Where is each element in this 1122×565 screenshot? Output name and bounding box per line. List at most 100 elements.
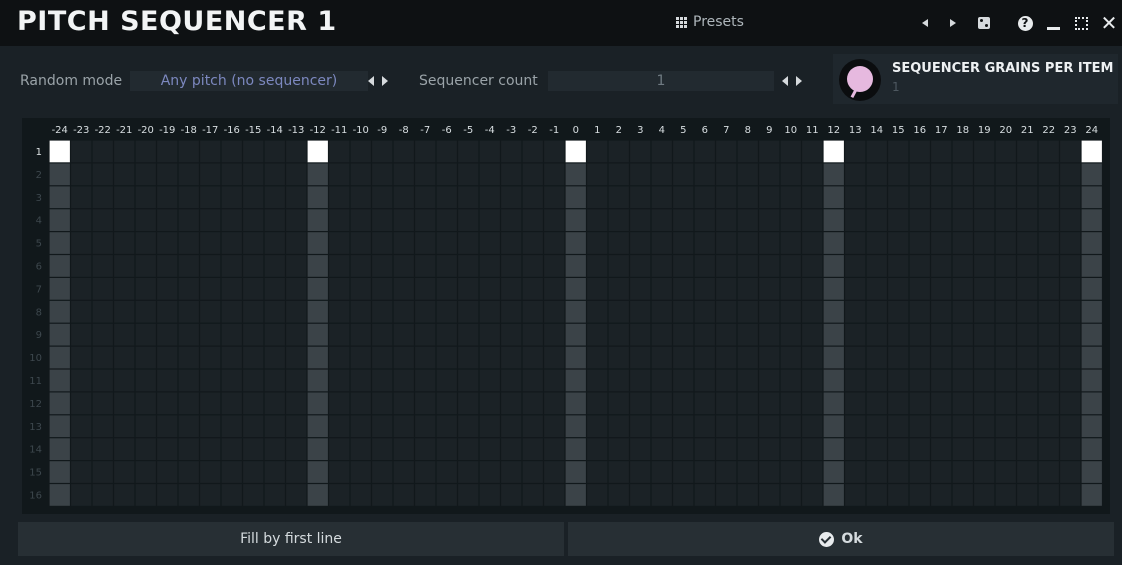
- grid-cell[interactable]: [845, 346, 866, 369]
- grid-cell[interactable]: [587, 209, 608, 231]
- grid-cell[interactable]: [888, 140, 909, 163]
- grid-cell[interactable]: [802, 346, 823, 369]
- grid-cell[interactable]: [329, 461, 350, 483]
- grid-cell[interactable]: [307, 438, 328, 460]
- random-mode-select[interactable]: Any pitch (no sequencer): [130, 71, 368, 91]
- grid-cell[interactable]: [501, 300, 522, 323]
- grid-cell[interactable]: [264, 323, 285, 346]
- grid-cell[interactable]: [608, 484, 629, 506]
- grid-cell[interactable]: [888, 278, 909, 300]
- grid-cell[interactable]: [694, 232, 715, 254]
- grid-cell[interactable]: [415, 278, 436, 300]
- grid-cell[interactable]: [1038, 346, 1059, 369]
- grid-cell[interactable]: [780, 484, 801, 506]
- grid-cell[interactable]: [264, 140, 285, 163]
- grid-cell[interactable]: [243, 232, 264, 254]
- grid-cell[interactable]: [587, 323, 608, 346]
- grid-cell[interactable]: [415, 438, 436, 460]
- grid-cell[interactable]: [1038, 323, 1059, 346]
- grid-cell[interactable]: [157, 232, 178, 254]
- grid-cell[interactable]: [716, 278, 737, 300]
- grid-cell[interactable]: [995, 484, 1016, 506]
- grid-cell[interactable]: [329, 278, 350, 300]
- grid-cell[interactable]: [1060, 186, 1081, 209]
- grid-cell[interactable]: [92, 323, 113, 346]
- grid-cell[interactable]: [501, 140, 522, 163]
- grid-cell[interactable]: [479, 461, 500, 483]
- grid-cell[interactable]: [565, 163, 586, 186]
- grid-cell[interactable]: [157, 438, 178, 460]
- grid-cell[interactable]: [780, 323, 801, 346]
- grid-cell[interactable]: [888, 369, 909, 392]
- grid-cell[interactable]: [522, 209, 543, 231]
- grid-cell[interactable]: [608, 255, 629, 277]
- grid-cell[interactable]: [157, 140, 178, 163]
- grid-cell[interactable]: [178, 186, 199, 209]
- grid-cell[interactable]: [544, 163, 565, 186]
- grid-cell[interactable]: [931, 461, 952, 483]
- grid-cell[interactable]: [759, 369, 780, 392]
- grid-cell[interactable]: [909, 300, 930, 323]
- sequencer-count-next-icon[interactable]: [796, 76, 802, 86]
- grid-cell[interactable]: [802, 392, 823, 415]
- grid-cell[interactable]: [587, 255, 608, 277]
- fill-by-first-line-button[interactable]: Fill by first line: [18, 522, 564, 556]
- grid-cell[interactable]: [1017, 461, 1038, 483]
- grid-cell[interactable]: [845, 369, 866, 392]
- grid-cell[interactable]: [909, 369, 930, 392]
- grid-cell[interactable]: [114, 392, 135, 415]
- grid-cell[interactable]: [1038, 186, 1059, 209]
- grid-cell[interactable]: [952, 186, 973, 209]
- grid-cell[interactable]: [157, 369, 178, 392]
- grid-cell[interactable]: [544, 255, 565, 277]
- grid-cell[interactable]: [888, 232, 909, 254]
- grid-cell[interactable]: [243, 461, 264, 483]
- grid-cell[interactable]: [909, 392, 930, 415]
- grid-cell[interactable]: [415, 140, 436, 163]
- grid-cell[interactable]: [802, 163, 823, 186]
- grid-cell[interactable]: [608, 346, 629, 369]
- grid-cell[interactable]: [286, 209, 307, 231]
- grid-cell[interactable]: [522, 186, 543, 209]
- grid-cell[interactable]: [759, 163, 780, 186]
- grid-cell[interactable]: [479, 278, 500, 300]
- grid-cell[interactable]: [651, 369, 672, 392]
- grid-cell[interactable]: [264, 484, 285, 506]
- grid-cell[interactable]: [329, 438, 350, 460]
- grid-cell[interactable]: [1038, 415, 1059, 438]
- grid-cell[interactable]: [436, 255, 457, 277]
- grid-cell[interactable]: [135, 278, 156, 300]
- grid-cell[interactable]: [372, 255, 393, 277]
- grid-cell[interactable]: [995, 415, 1016, 438]
- grid-cell[interactable]: [759, 346, 780, 369]
- grid-cell[interactable]: [436, 278, 457, 300]
- grid-cell[interactable]: [221, 255, 242, 277]
- grid-cell[interactable]: [372, 461, 393, 483]
- grid-cell[interactable]: [823, 369, 844, 392]
- grid-cell[interactable]: [200, 209, 221, 231]
- grid-cell[interactable]: [1081, 392, 1102, 415]
- grid-cell[interactable]: [71, 415, 92, 438]
- grid-cell[interactable]: [1017, 369, 1038, 392]
- grid-cell[interactable]: [888, 438, 909, 460]
- grid-cell[interactable]: [780, 300, 801, 323]
- grid-cell[interactable]: [888, 300, 909, 323]
- grid-cell[interactable]: [71, 369, 92, 392]
- grid-cell[interactable]: [974, 484, 995, 506]
- grid-cell[interactable]: [243, 140, 264, 163]
- grid-cell[interactable]: [522, 392, 543, 415]
- ok-button[interactable]: Ok: [568, 522, 1114, 556]
- grid-cell[interactable]: [544, 461, 565, 483]
- grid-cell[interactable]: [673, 278, 694, 300]
- grid-cell[interactable]: [221, 369, 242, 392]
- grid-cell[interactable]: [952, 323, 973, 346]
- grid-cell[interactable]: [651, 346, 672, 369]
- grid-cell[interactable]: [350, 415, 371, 438]
- grid-cell[interactable]: [737, 163, 758, 186]
- grid-cell[interactable]: [931, 186, 952, 209]
- grid-cell[interactable]: [49, 369, 70, 392]
- grid-cell[interactable]: [931, 278, 952, 300]
- grid-cell[interactable]: [651, 163, 672, 186]
- grid-cell[interactable]: [286, 186, 307, 209]
- grid-cell[interactable]: [737, 369, 758, 392]
